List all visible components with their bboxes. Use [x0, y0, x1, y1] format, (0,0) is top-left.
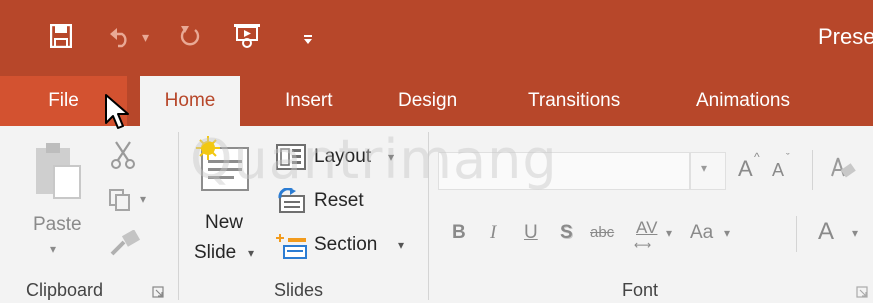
new-slide-label-line1[interactable]: New: [205, 212, 243, 234]
format-painter-icon[interactable]: [110, 230, 140, 256]
grow-font-button[interactable]: A: [738, 156, 753, 182]
customize-qat-icon[interactable]: [302, 34, 314, 46]
paste-label[interactable]: Paste: [33, 214, 82, 236]
shrink-font-button[interactable]: A: [772, 160, 784, 181]
slides-group-label: Slides: [274, 280, 324, 300]
font-divider: [796, 216, 797, 252]
tab-design[interactable]: Design: [398, 76, 457, 126]
italic-button[interactable]: I: [490, 222, 496, 244]
character-spacing-dropdown-icon[interactable]: ▾: [666, 226, 672, 240]
underline-button[interactable]: U: [524, 222, 538, 244]
ribbon-home: Paste ▾ ▾ Clipboard New Slide ▾ Layout ▾…: [0, 126, 873, 303]
group-divider: [428, 132, 429, 300]
cut-icon[interactable]: [110, 140, 136, 170]
section-label[interactable]: Section: [314, 234, 377, 256]
title-bar: ▾ Presen: [0, 0, 873, 76]
group-divider: [178, 132, 179, 300]
shrink-font-caret-icon: ˇ: [786, 152, 790, 164]
new-slide-dropdown-icon[interactable]: ▾: [248, 246, 254, 260]
present-from-start-icon[interactable]: [232, 22, 262, 50]
undo-dropdown-icon[interactable]: ▾: [142, 22, 149, 52]
undo-icon[interactable]: [108, 24, 134, 48]
paste-dropdown-icon[interactable]: ▾: [50, 242, 56, 256]
paste-icon[interactable]: [32, 140, 82, 200]
copy-icon[interactable]: [108, 188, 132, 212]
character-spacing-arrow-icon: ⟷: [634, 238, 652, 252]
tab-home[interactable]: Home: [140, 76, 240, 128]
redo-icon[interactable]: [178, 24, 202, 48]
layout-label[interactable]: Layout: [314, 146, 371, 168]
save-icon[interactable]: [50, 24, 72, 48]
reset-icon[interactable]: [276, 188, 306, 214]
tab-animations[interactable]: Animations: [696, 76, 790, 126]
ribbon-tabs: File Home Insert Design Transitions Anim…: [0, 76, 873, 128]
grow-font-caret-icon: ^: [754, 150, 760, 164]
layout-icon[interactable]: [276, 144, 306, 170]
clear-formatting-icon[interactable]: [828, 154, 856, 182]
clipboard-launcher-icon[interactable]: [152, 286, 164, 298]
change-case-dropdown-icon[interactable]: ▾: [724, 226, 730, 240]
reset-label[interactable]: Reset: [314, 190, 364, 212]
character-spacing-button[interactable]: AV: [636, 218, 657, 238]
font-color-button[interactable]: A: [818, 218, 834, 246]
bold-button[interactable]: B: [452, 222, 466, 244]
font-size-combobox[interactable]: ▾: [690, 152, 726, 190]
font-name-combobox[interactable]: [438, 152, 690, 190]
font-divider: [812, 150, 813, 190]
font-size-dropdown-icon[interactable]: ▾: [701, 161, 707, 175]
mouse-cursor-icon: [105, 94, 129, 129]
document-title: Presen: [818, 24, 873, 49]
new-slide-label-line2[interactable]: Slide: [194, 242, 236, 264]
layout-dropdown-icon[interactable]: ▾: [388, 150, 394, 164]
font-color-dropdown-icon[interactable]: ▾: [852, 226, 858, 240]
copy-dropdown-icon[interactable]: ▾: [140, 192, 146, 206]
tab-insert[interactable]: Insert: [285, 76, 333, 126]
section-icon[interactable]: [276, 232, 308, 260]
strikethrough-button[interactable]: abc: [590, 224, 614, 241]
text-shadow-button[interactable]: S: [560, 222, 573, 244]
change-case-button[interactable]: Aa: [690, 222, 713, 244]
tab-transitions[interactable]: Transitions: [528, 76, 620, 126]
section-dropdown-icon[interactable]: ▾: [398, 238, 404, 252]
font-group-label: Font: [622, 280, 659, 300]
clipboard-group-label: Clipboard: [26, 280, 104, 300]
font-launcher-icon[interactable]: [856, 286, 868, 298]
new-slide-icon[interactable]: [196, 136, 252, 194]
